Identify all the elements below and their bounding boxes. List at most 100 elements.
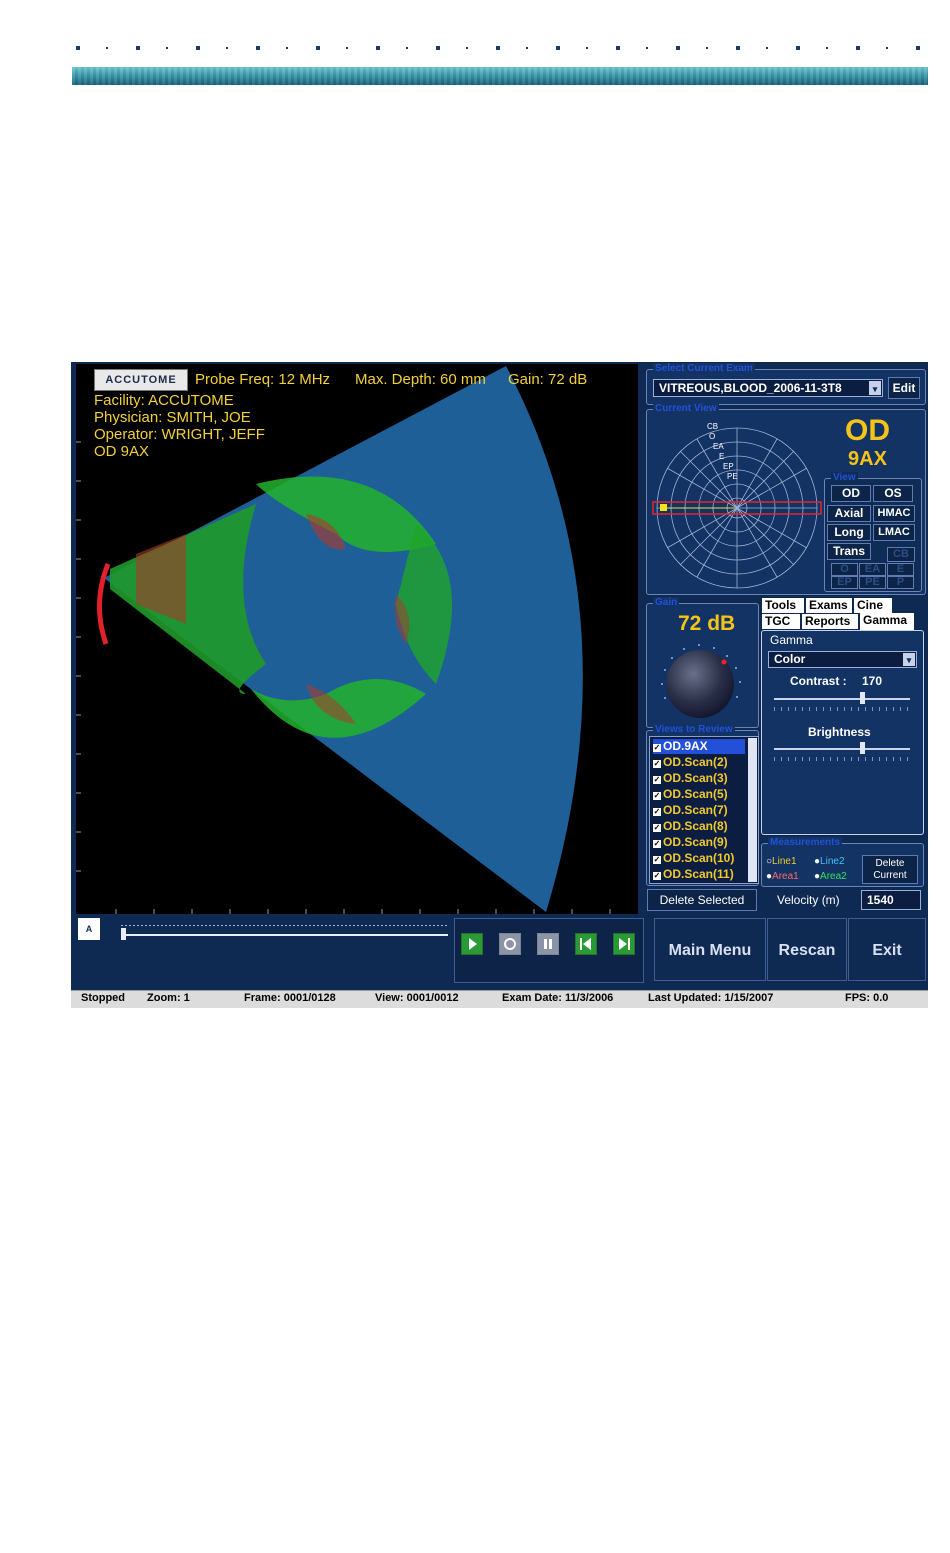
line1-option[interactable]: ○Line1 [766, 856, 797, 867]
decorative-dot [466, 47, 468, 49]
list-scrollbar[interactable] [748, 738, 757, 882]
list-item-label: OD.Scan(7) [663, 803, 728, 817]
decorative-dot [736, 46, 740, 50]
decorative-dot [706, 47, 708, 49]
decorative-dot [256, 46, 260, 50]
list-item[interactable]: ✓ OD.Scan(11) [653, 867, 745, 882]
accutome-logo: ACCUTOME [94, 369, 188, 391]
chevron-down-icon: ▾ [869, 381, 881, 395]
checkbox-icon[interactable]: ✓ [653, 824, 661, 832]
list-item[interactable]: ✓ OD.Scan(7) [653, 803, 745, 818]
status-exam-date: Exam Date: 11/3/2006 [502, 992, 614, 1004]
decorative-dot [616, 46, 620, 50]
line2-option[interactable]: ●Line2 [814, 856, 845, 867]
list-item[interactable]: ✓ OD.Scan(2) [653, 755, 745, 770]
tab-exams[interactable]: Exams [806, 598, 852, 613]
app-window: ACCUTOME Probe Freq: 12 MHz Max. Depth: … [71, 362, 928, 1006]
decorative-dot [556, 46, 560, 50]
brightness-slider-thumb[interactable] [860, 742, 866, 754]
eye-label-ea: EA [713, 442, 724, 451]
tab-gamma[interactable]: Gamma [860, 613, 914, 630]
pause-icon[interactable] [537, 933, 559, 955]
checkbox-icon[interactable]: ✓ [653, 872, 661, 880]
velocity-label: Velocity (m) [777, 893, 840, 907]
list-item[interactable]: ✓ OD.Scan(10) [653, 851, 745, 866]
gain-knob[interactable] [652, 642, 752, 722]
chevron-down-icon: ▾ [903, 653, 915, 666]
long-button[interactable]: Long [827, 524, 871, 541]
list-item[interactable]: ✓ OD.Scan(5) [653, 787, 745, 802]
exam-select[interactable]: VITREOUS,BLOOD_2006-11-3T8 ▾ [653, 379, 883, 397]
list-item[interactable]: ✓ OD.Scan(8) [653, 819, 745, 834]
list-item[interactable]: ✓ OD.9AX [653, 739, 745, 754]
status-state: Stopped [81, 992, 125, 1004]
e-button[interactable]: E [887, 563, 914, 576]
axial-button[interactable]: Axial [827, 505, 871, 522]
tab-reports[interactable]: Reports [802, 614, 858, 629]
os-button[interactable]: OS [873, 485, 913, 502]
o-button[interactable]: O [831, 563, 858, 576]
stop-icon[interactable] [499, 933, 521, 955]
checkbox-icon[interactable]: ✓ [653, 808, 661, 816]
velocity-input[interactable]: 1540 [861, 890, 921, 910]
ep-button[interactable]: EP [831, 576, 858, 589]
brightness-slider[interactable] [774, 748, 910, 750]
ultrasound-viewer[interactable]: ACCUTOME Probe Freq: 12 MHz Max. Depth: … [76, 364, 638, 914]
views-review-title: Views to Review [653, 724, 735, 735]
exit-button[interactable]: Exit [848, 918, 926, 981]
list-item-label: OD.Scan(9) [663, 835, 728, 849]
delete-selected-button[interactable]: Delete Selected [647, 889, 757, 911]
gamma-panel: Gamma Color ▾ Contrast : 170 Brightness [761, 630, 924, 835]
checkbox-icon[interactable]: ✓ [653, 856, 661, 864]
checkbox-icon[interactable]: ✓ [653, 744, 661, 752]
area1-option[interactable]: ●Area1 [766, 871, 799, 882]
rescan-button[interactable]: Rescan [767, 918, 847, 981]
decorative-dot [376, 46, 380, 50]
p-button[interactable]: P [887, 576, 914, 589]
decorative-dot [676, 46, 680, 50]
checkbox-icon[interactable]: ✓ [653, 840, 661, 848]
playback-controls [454, 918, 644, 983]
tab-cine[interactable]: Cine [854, 598, 892, 613]
lmac-button[interactable]: LMAC [873, 524, 915, 541]
checkbox-icon[interactable]: ✓ [653, 776, 661, 784]
header-banner [72, 67, 928, 85]
cine-scrubber[interactable] [121, 934, 448, 936]
list-item[interactable]: ✓ OD.Scan(9) [653, 835, 745, 850]
gamma-mode-select[interactable]: Color ▾ [768, 651, 917, 668]
trans-button[interactable]: Trans [827, 543, 871, 560]
decorative-dot [526, 47, 528, 49]
delete-current-line2: Current [873, 870, 907, 881]
contrast-slider[interactable] [774, 698, 910, 700]
hmac-button[interactable]: HMAC [873, 505, 915, 522]
checkbox-icon[interactable]: ✓ [653, 760, 661, 768]
pe-button[interactable]: PE [859, 576, 886, 589]
view-selector-title: View [831, 472, 858, 483]
step-back-icon[interactable] [575, 933, 597, 955]
edit-button[interactable]: Edit [888, 377, 920, 399]
decorative-dot [136, 46, 140, 50]
ea-button[interactable]: EA [859, 563, 886, 576]
tab-tgc[interactable]: TGC [762, 614, 800, 629]
decorative-dot [826, 47, 828, 49]
operator-label: Operator: WRIGHT, JEFF [94, 426, 265, 443]
cb-button[interactable]: CB [887, 547, 915, 562]
contrast-slider-thumb[interactable] [860, 692, 866, 704]
delete-current-button[interactable]: Delete Current [862, 855, 918, 884]
cine-scrubber-thumb[interactable] [121, 928, 126, 940]
play-icon[interactable] [461, 933, 483, 955]
contrast-ticks [774, 707, 910, 711]
list-item-label: OD.Scan(10) [663, 851, 735, 865]
step-forward-icon[interactable] [613, 933, 635, 955]
max-depth-label: Max. Depth: 60 mm [355, 371, 486, 388]
decorative-dot [76, 46, 80, 50]
eye-label-e: E [719, 452, 725, 461]
list-item[interactable]: ✓ OD.Scan(3) [653, 771, 745, 786]
decorative-dot [316, 46, 320, 50]
tab-tools[interactable]: Tools [762, 598, 804, 613]
od-button[interactable]: OD [831, 485, 871, 502]
checkbox-icon[interactable]: ✓ [653, 792, 661, 800]
eye-view-label: OD 9AX [94, 443, 150, 460]
main-menu-button[interactable]: Main Menu [654, 918, 766, 981]
area2-option[interactable]: ●Area2 [814, 871, 847, 882]
